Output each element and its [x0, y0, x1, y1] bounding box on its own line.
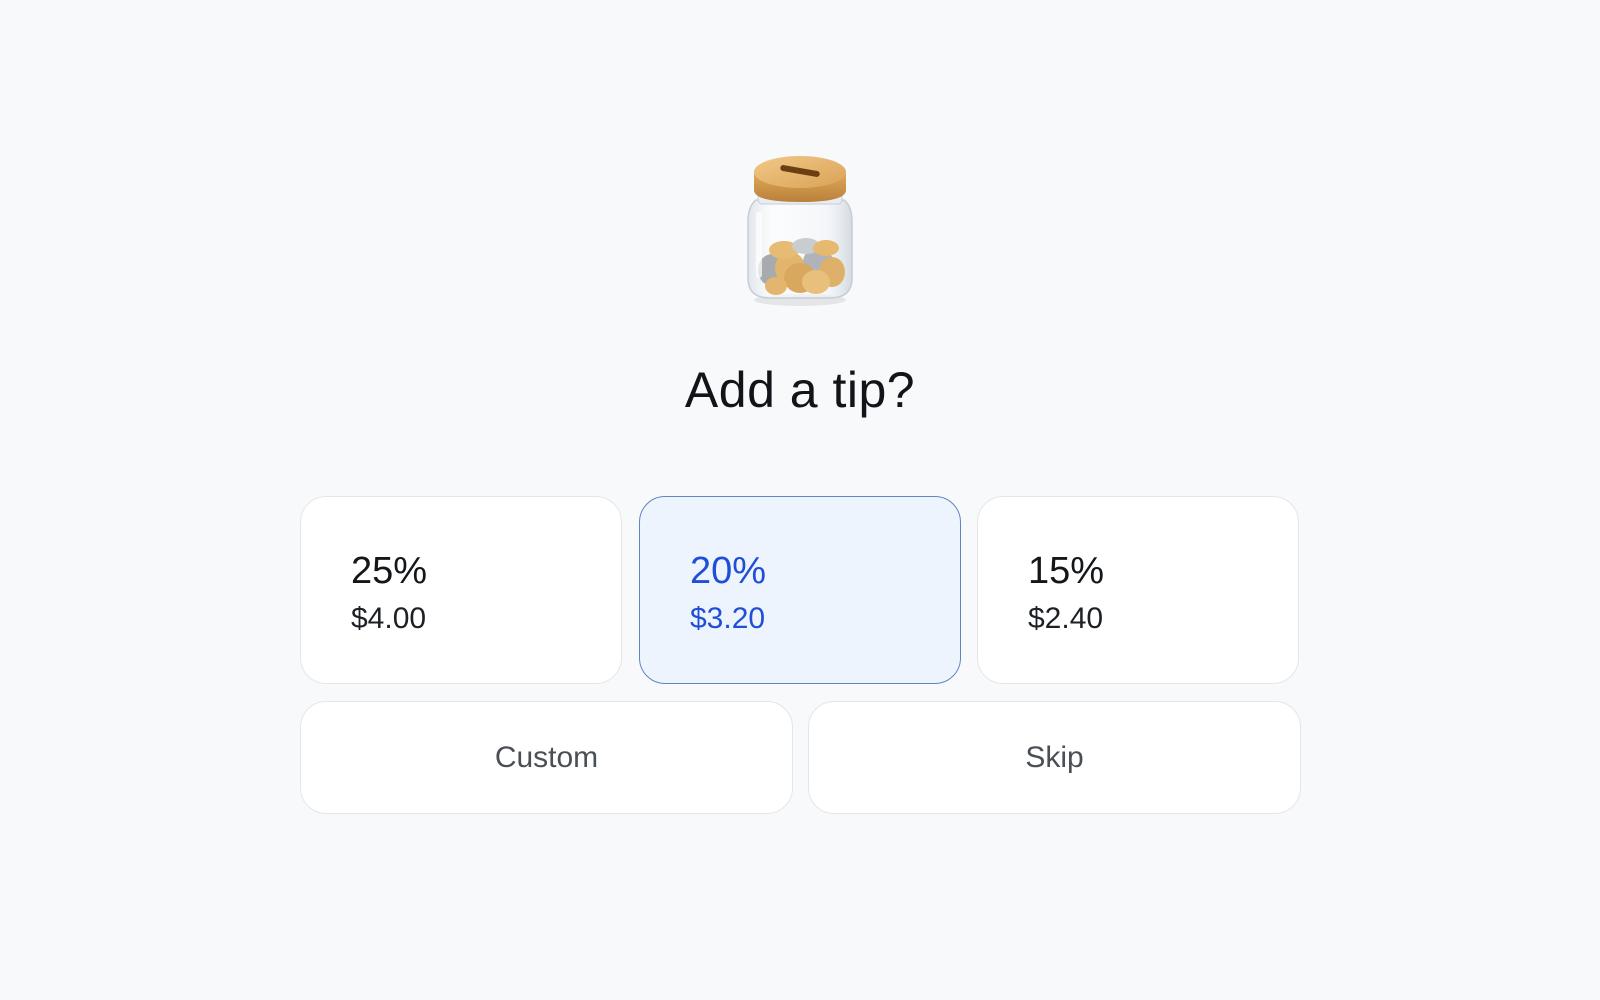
custom-tip-button[interactable]: Custom	[300, 701, 793, 814]
tip-option-15[interactable]: 15% $2.40	[977, 496, 1299, 684]
skip-tip-button[interactable]: Skip	[808, 701, 1301, 814]
tip-jar-icon	[740, 150, 860, 310]
tip-percent: 20%	[690, 550, 767, 592]
tip-amount: $2.40	[1028, 602, 1104, 635]
page-title: Add a tip?	[684, 362, 916, 418]
tip-amount: $4.00	[351, 602, 427, 635]
tip-percent: 25%	[351, 550, 428, 592]
tip-amount: $3.20	[690, 602, 766, 635]
tip-option-25[interactable]: 25% $4.00	[300, 496, 622, 684]
tip-screen: Add a tip? 25% $4.00 20% $3.20 15% $2.40…	[0, 0, 1600, 1000]
tip-percent: 15%	[1028, 550, 1105, 592]
tip-option-20[interactable]: 20% $3.20	[639, 496, 961, 684]
